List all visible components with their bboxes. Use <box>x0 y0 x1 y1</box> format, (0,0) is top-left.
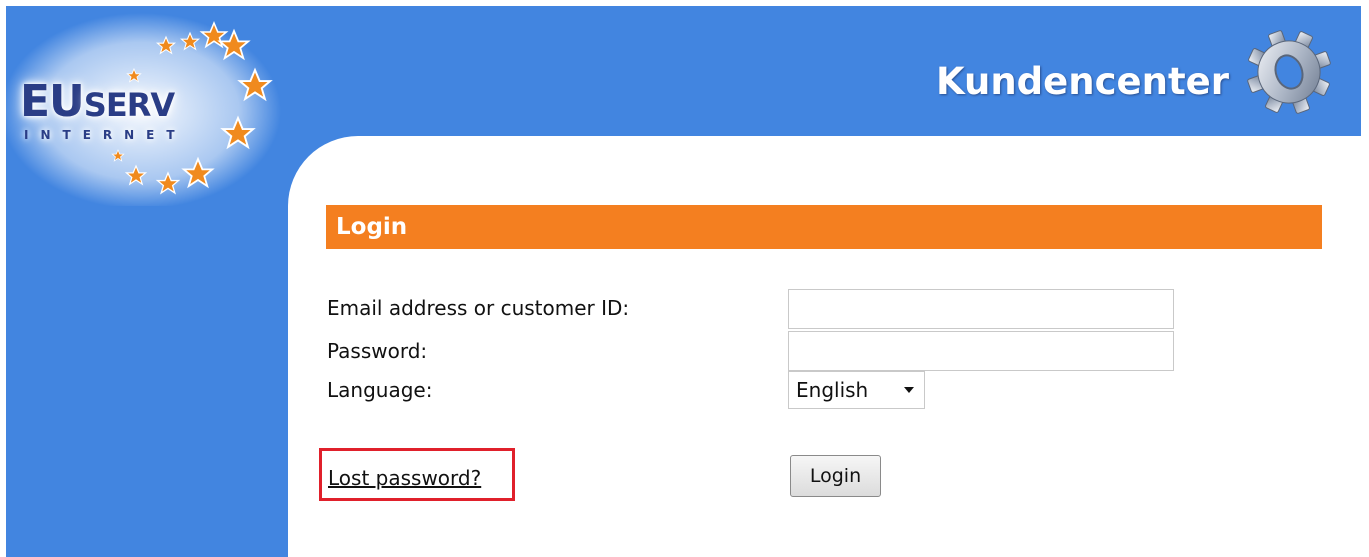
login-panel: Login Email address or customer ID: Pass… <box>288 136 1361 557</box>
language-select[interactable]: English <box>788 371 925 409</box>
page-frame: EUSERV INTERNET Kundencenter Login Email… <box>6 6 1361 557</box>
login-heading: Login <box>326 205 1322 249</box>
login-button[interactable]: Login <box>790 455 881 497</box>
language-label: Language: <box>327 378 433 402</box>
email-field[interactable] <box>788 289 1174 329</box>
language-selected-value: English <box>796 378 869 402</box>
dropdown-caret-icon <box>904 387 914 393</box>
page-title: Kundencenter <box>935 60 1229 103</box>
euserv-logo[interactable]: EUSERV INTERNET <box>6 6 286 206</box>
lost-password-link[interactable]: Lost password? <box>328 466 481 490</box>
password-field[interactable] <box>788 331 1174 371</box>
gear-icon <box>1247 30 1331 114</box>
logo-wordmark: EUSERV <box>20 76 175 127</box>
email-label: Email address or customer ID: <box>327 296 630 320</box>
password-label: Password: <box>327 339 428 363</box>
logo-subtitle: INTERNET <box>24 128 187 142</box>
